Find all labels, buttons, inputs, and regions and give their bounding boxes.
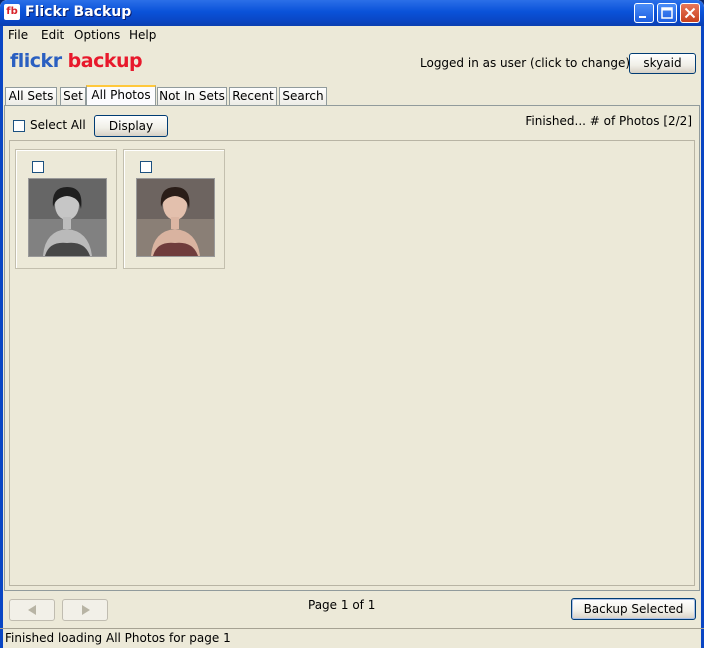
app-logo: flickr backup <box>10 50 143 72</box>
backup-selected-button[interactable]: Backup Selected <box>571 598 696 620</box>
previous-page-button[interactable] <box>9 599 55 621</box>
display-button[interactable]: Display <box>94 115 168 137</box>
logo-part-flickr: flickr <box>10 50 62 72</box>
photo-image-grayscale <box>28 178 107 257</box>
tab-all-photos[interactable]: All Photos <box>86 85 156 107</box>
app-window: fb Flickr Backup File Edit Options Help … <box>0 0 704 648</box>
photo-thumbnail[interactable] <box>123 149 225 269</box>
change-user-button[interactable]: skyaid <box>629 53 696 74</box>
photo-checkbox[interactable] <box>140 161 152 173</box>
close-icon <box>684 7 696 19</box>
next-page-button[interactable] <box>62 599 108 621</box>
select-all-label[interactable]: Select All <box>30 118 86 132</box>
menu-edit[interactable]: Edit <box>41 28 64 42</box>
status-bar: Finished loading All Photos for page 1 <box>0 628 704 648</box>
tab-not-in-sets[interactable]: Not In Sets <box>157 87 227 106</box>
window-border-left <box>0 26 3 648</box>
minimize-button[interactable] <box>634 3 654 23</box>
photos-panel: Select All Display Finished... # of Phot… <box>4 105 700 591</box>
menu-help[interactable]: Help <box>129 28 156 42</box>
photo-thumbnail[interactable] <box>15 149 117 269</box>
photo-image-color <box>136 178 215 257</box>
status-text: Finished loading All Photos for page 1 <box>5 631 231 645</box>
photo-count-status: Finished... # of Photos [2/2] <box>525 114 692 128</box>
menu-bar: File Edit Options Help <box>0 26 704 45</box>
page-indicator: Page 1 of 1 <box>308 598 376 612</box>
select-all-checkbox[interactable] <box>13 120 25 132</box>
tab-all-sets[interactable]: All Sets <box>5 87 57 106</box>
tab-search[interactable]: Search <box>279 87 327 106</box>
menu-options[interactable]: Options <box>74 28 120 42</box>
title-bar[interactable]: fb Flickr Backup <box>0 0 704 26</box>
app-icon: fb <box>4 4 20 20</box>
tab-set[interactable]: Set <box>60 87 86 106</box>
window-title: Flickr Backup <box>25 4 132 20</box>
photo-checkbox[interactable] <box>32 161 44 173</box>
logo-part-backup: backup <box>61 50 143 72</box>
arrow-right-icon <box>82 605 90 615</box>
menu-file[interactable]: File <box>8 28 28 42</box>
close-button[interactable] <box>680 3 700 23</box>
minimize-icon <box>639 16 646 18</box>
login-status-text: Logged in as user (click to change) <box>420 56 631 70</box>
photo-grid <box>9 140 695 586</box>
tab-recent[interactable]: Recent <box>229 87 277 106</box>
maximize-icon <box>661 7 673 19</box>
arrow-left-icon <box>28 605 36 615</box>
maximize-button[interactable] <box>657 3 677 23</box>
